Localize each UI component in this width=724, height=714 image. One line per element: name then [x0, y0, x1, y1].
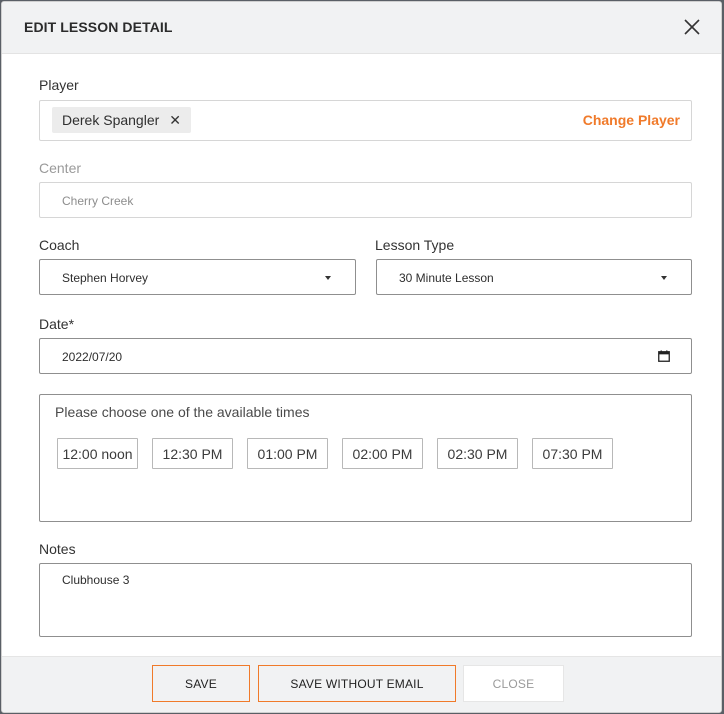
- change-player-link[interactable]: Change Player: [583, 112, 680, 128]
- time-slot[interactable]: 02:00 PM: [342, 438, 423, 469]
- lesson-type-value: 30 Minute Lesson: [399, 271, 494, 285]
- notes-textarea[interactable]: Clubhouse 3: [39, 563, 692, 637]
- lesson-type-label: Lesson Type: [375, 237, 455, 253]
- notes-value: Clubhouse 3: [62, 573, 130, 587]
- player-label: Player: [39, 77, 79, 93]
- dialog-title: EDIT LESSON DETAIL: [24, 19, 173, 35]
- time-slot[interactable]: 12:00 noon: [57, 438, 138, 469]
- center-label: Center: [39, 160, 82, 176]
- close-button[interactable]: CLOSE: [463, 665, 564, 702]
- date-label: Date*: [39, 316, 75, 332]
- times-panel: Please choose one of the available times…: [39, 394, 692, 522]
- save-button[interactable]: SAVE: [152, 665, 250, 702]
- center-value: Cherry Creek: [62, 194, 134, 208]
- dialog-footer: SAVE SAVE WITHOUT EMAIL CLOSE: [2, 656, 721, 712]
- save-without-email-button[interactable]: SAVE WITHOUT EMAIL: [258, 665, 456, 702]
- player-chip: Derek Spangler ✕: [52, 107, 192, 133]
- time-slot[interactable]: 01:00 PM: [247, 438, 328, 469]
- date-input[interactable]: 2022/07/20: [39, 338, 692, 374]
- time-slot[interactable]: 02:30 PM: [437, 438, 518, 469]
- coach-label: Coach: [39, 237, 80, 253]
- player-chip-label: Derek Spangler: [62, 112, 160, 128]
- notes-label: Notes: [39, 541, 76, 557]
- time-slot[interactable]: 07:30 PM: [532, 438, 613, 469]
- coach-value: Stephen Horvey: [62, 271, 149, 285]
- caret-down-icon: [325, 276, 331, 280]
- times-title: Please choose one of the available times: [55, 404, 310, 420]
- edit-lesson-dialog: EDIT LESSON DETAIL Player Derek Spangler…: [1, 1, 722, 713]
- player-field: Derek Spangler ✕ Change Player: [39, 100, 692, 141]
- lesson-type-select[interactable]: 30 Minute Lesson: [376, 259, 692, 295]
- calendar-icon[interactable]: [658, 350, 670, 362]
- close-icon[interactable]: [682, 17, 702, 37]
- coach-select[interactable]: Stephen Horvey: [39, 259, 356, 295]
- caret-down-icon: [661, 276, 667, 280]
- center-field: Cherry Creek: [39, 182, 692, 218]
- date-value: 2022/07/20: [62, 350, 123, 364]
- time-slot[interactable]: 12:30 PM: [152, 438, 233, 469]
- dialog-header: EDIT LESSON DETAIL: [2, 2, 721, 54]
- remove-player-icon[interactable]: ✕: [169, 113, 181, 127]
